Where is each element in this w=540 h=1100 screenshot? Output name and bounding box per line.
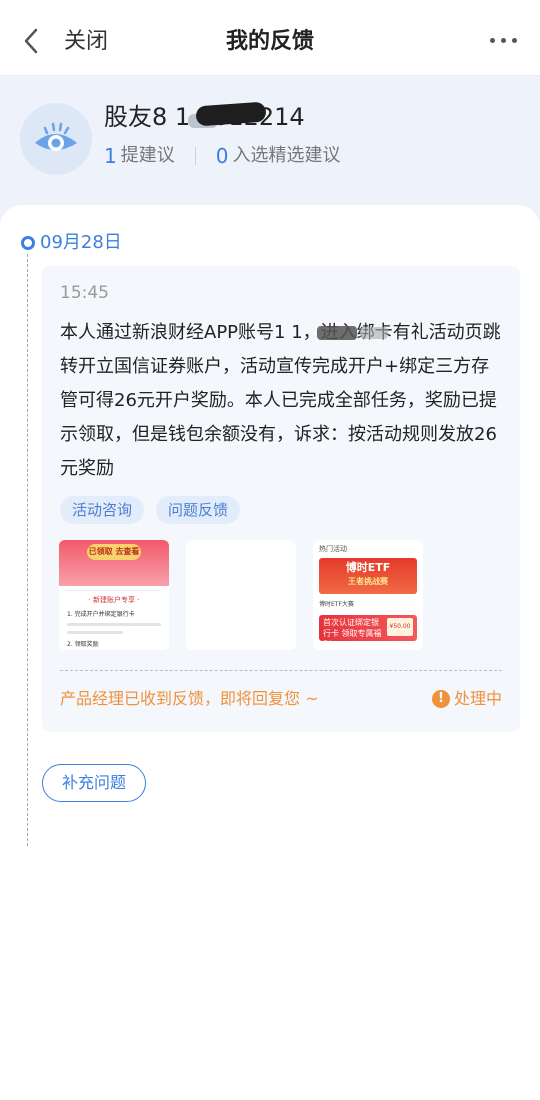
selected-count: 0 — [215, 144, 229, 168]
nav-bar: 关闭 我的反馈 — [0, 0, 540, 76]
attachment-thumbnail-3[interactable]: 热门活动 博时ETF 王者挑战赛 博时ETF大赛 首次认证绑定银行卡 领取专属福… — [313, 540, 423, 650]
more-icon[interactable] — [490, 30, 526, 50]
thumb-step-1: 1. 完成开户并绑定银行卡 — [67, 611, 135, 618]
avatar[interactable] — [20, 103, 92, 175]
thumb-step-2: 2. 领取奖励 — [67, 641, 99, 648]
user-stats: 1 提建议 0 入选精选建议 — [104, 142, 340, 170]
timeline-dot-icon — [21, 236, 35, 250]
divider — [194, 147, 196, 165]
tag-issue-feedback: 问题反馈 — [156, 496, 241, 524]
thumb-header: 热门活动 — [319, 545, 347, 553]
timeline-date: 09月28日 — [40, 232, 122, 253]
attachment-thumbnail-2[interactable] — [186, 540, 296, 650]
reply-notice: 产品经理已收到反馈，即将回复您 ~ — [60, 689, 319, 708]
tag-activity-consult: 活动咨询 — [60, 496, 145, 524]
feedback-tags: 活动咨询 问题反馈 — [60, 496, 241, 524]
status-badge: ! 处理中 — [431, 686, 502, 712]
timeline-line — [27, 254, 28, 846]
thumb-claim-button: 已领取 去查看 — [87, 544, 141, 560]
divider — [60, 670, 502, 671]
exclamation-icon: ! — [431, 690, 450, 708]
weibo-eye-icon — [35, 122, 77, 151]
thumb-title: · 新建账户专享 · — [67, 590, 161, 605]
feedback-time: 15:45 — [60, 283, 109, 303]
status-label: 处理中 — [453, 689, 502, 708]
thumb-middle-text: 博时ETF大赛 — [319, 601, 354, 608]
thumb-banner-bankcard: 首次认证绑定银行卡 领取专属福利 ¥50.00 — [319, 615, 417, 649]
user-profile: 股友8 1 0012214 1 提建议 0 入选精选建议 — [20, 100, 520, 180]
redaction-mark — [360, 327, 388, 339]
suggest-count: 1 — [104, 144, 117, 168]
feedback-card[interactable]: 15:45 本人通过新浪财经APP账号1 1，进入绑卡有礼活动页跳转开立国信证券… — [42, 266, 520, 732]
redaction-mark — [317, 326, 357, 340]
feedback-content: 本人通过新浪财经APP账号1 1，进入绑卡有礼活动页跳转开立国信证券账户，活动宣… — [60, 322, 501, 479]
supplement-question-button[interactable]: 补充问题 — [42, 764, 146, 802]
selected-label: 入选精选建议 — [232, 145, 341, 166]
attachment-thumbnails: 已领取 去查看 · 新建账户专享 · 1. 完成开户并绑定银行卡 2. 领取奖励… — [59, 540, 423, 650]
page-title: 我的反馈 — [225, 29, 314, 54]
attachment-thumbnail-1[interactable]: 已领取 去查看 · 新建账户专享 · 1. 完成开户并绑定银行卡 2. 领取奖励 — [59, 540, 169, 650]
thumb-banner-etf: 博时ETF 王者挑战赛 — [319, 558, 417, 594]
suggest-label: 提建议 — [120, 145, 175, 166]
